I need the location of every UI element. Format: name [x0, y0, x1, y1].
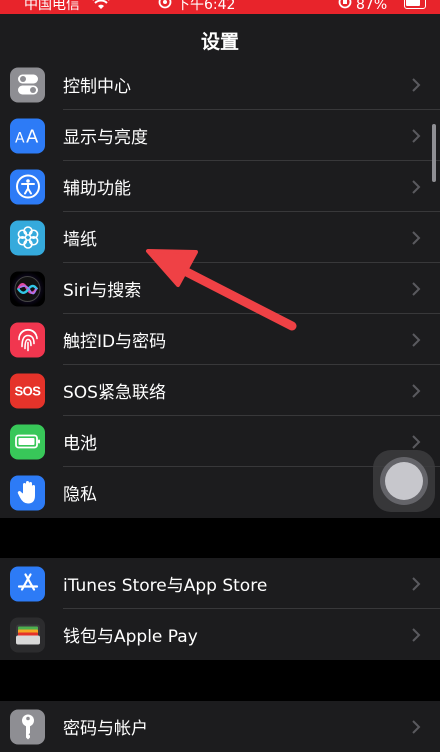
- siri-icon: [10, 271, 45, 306]
- settings-row-control-center[interactable]: 控制中心: [0, 59, 440, 110]
- battery-icon: [10, 424, 45, 459]
- chevron-right-icon: [412, 627, 421, 642]
- settings-row-label: 钱包与Apple Pay: [63, 627, 198, 647]
- page-title: 设置: [200, 31, 239, 53]
- chevron-right-icon: [412, 128, 421, 143]
- settings-row-itunes-app-store[interactable]: iTunes Store与App Store: [0, 558, 440, 609]
- fingerprint-icon: [10, 322, 45, 357]
- chevron-right-icon: [412, 281, 421, 296]
- settings-row-label: 触控ID与密码: [63, 332, 167, 352]
- assistive-touch-center: [385, 462, 423, 500]
- battery-percent: 87%: [356, 0, 388, 13]
- settings-row-label: 密码与帐户: [63, 719, 148, 739]
- settings-row-label: 辅助功能: [63, 179, 131, 199]
- settings-row-accessibility[interactable]: 辅助功能: [0, 161, 440, 212]
- wifi-icon: [92, 0, 110, 14]
- svg-text:A: A: [15, 131, 25, 146]
- key-icon: [10, 709, 45, 744]
- hand-icon: [10, 475, 45, 510]
- sos-icon: SOS: [10, 373, 45, 408]
- settings-row-label: 显示与亮度: [63, 128, 148, 148]
- alarm-icon: [158, 0, 172, 14]
- settings-row-siri-search[interactable]: Siri与搜索: [0, 263, 440, 314]
- assistive-touch-button[interactable]: [373, 450, 435, 512]
- settings-row-display-brightness[interactable]: AA 显示与亮度: [0, 110, 440, 161]
- settings-row-wallet-apple-pay[interactable]: 钱包与Apple Pay: [0, 609, 440, 660]
- rotation-lock-icon: [338, 0, 352, 14]
- chevron-right-icon: [412, 719, 421, 734]
- settings-row-label: 电池: [63, 434, 97, 454]
- status-bar: 中国电信 下午6:42 87%: [0, 0, 440, 14]
- accessibility-icon: [10, 169, 45, 204]
- svg-text:A: A: [26, 127, 39, 146]
- settings-row-label: SOS紧急联络: [63, 383, 166, 403]
- text-size-icon: AA: [10, 118, 45, 153]
- settings-row-wallpaper[interactable]: 墙纸: [0, 212, 440, 263]
- chevron-right-icon: [412, 383, 421, 398]
- app-store-icon: [10, 566, 45, 601]
- chevron-right-icon: [412, 332, 421, 347]
- settings-row-touch-id[interactable]: 触控ID与密码: [0, 314, 440, 365]
- settings-group-store: iTunes Store与App Store 钱包与Apple Pay: [0, 558, 440, 660]
- toggle-switches-icon: [10, 67, 45, 102]
- settings-row-emergency-sos[interactable]: SOS SOS紧急联络: [0, 365, 440, 416]
- flower-icon: [10, 220, 45, 255]
- chevron-right-icon: [412, 77, 421, 92]
- carrier-label: 中国电信: [24, 0, 80, 13]
- settings-group-general: 控制中心 AA 显示与亮度 辅助功能 墙纸 Siri与搜索 触控ID与密码 SO…: [0, 59, 440, 518]
- chevron-right-icon: [412, 179, 421, 194]
- settings-row-label: 隐私: [63, 485, 97, 505]
- clock-label: 下午6:42: [176, 0, 236, 13]
- chevron-right-icon: [412, 230, 421, 245]
- battery-status-icon: [404, 0, 426, 9]
- sos-icon-text: SOS: [14, 383, 41, 398]
- settings-row-label: 控制中心: [63, 77, 131, 97]
- settings-group-accounts: 密码与帐户: [0, 701, 440, 752]
- settings-row-passwords-accounts[interactable]: 密码与帐户: [0, 701, 440, 752]
- settings-row-label: iTunes Store与App Store: [63, 576, 268, 596]
- settings-row-label: 墙纸: [63, 230, 97, 250]
- chevron-right-icon: [412, 576, 421, 591]
- scroll-indicator[interactable]: [432, 124, 436, 182]
- wallet-icon: [10, 617, 45, 652]
- chevron-right-icon: [412, 434, 421, 449]
- settings-row-label: Siri与搜索: [63, 281, 142, 301]
